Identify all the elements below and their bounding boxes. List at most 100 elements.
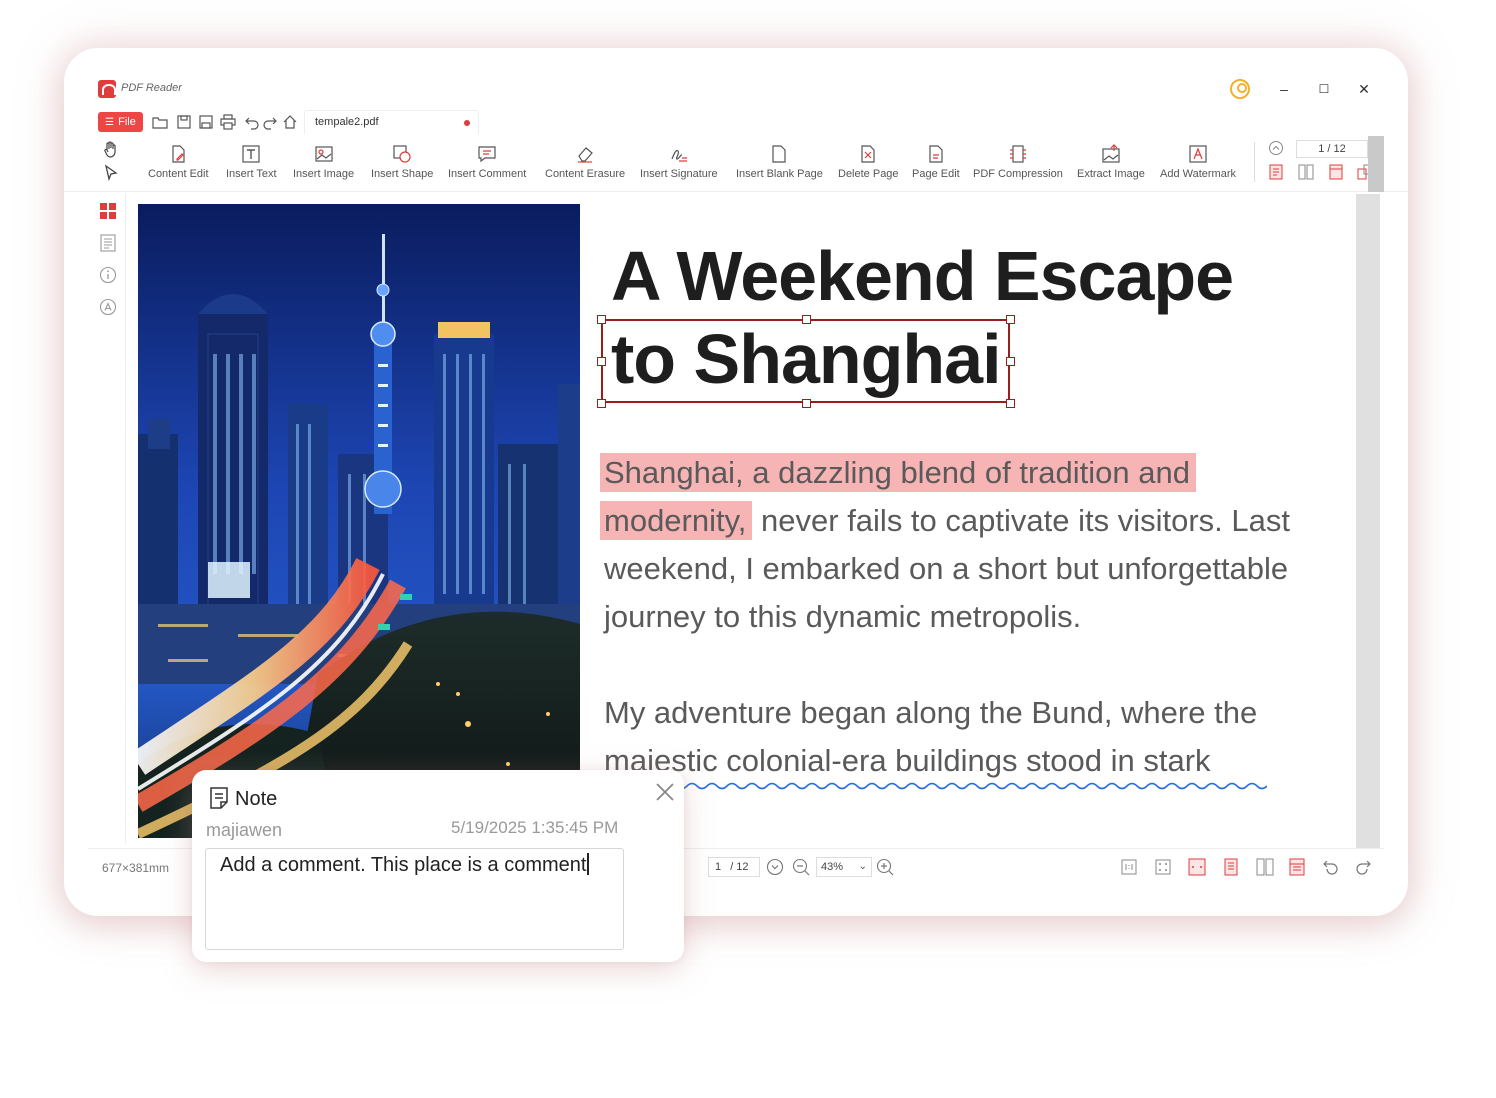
ribbon-scrollbar[interactable]: [1368, 136, 1384, 192]
menu-icon: ☰: [105, 116, 115, 128]
zoom-in-icon[interactable]: [876, 858, 894, 876]
file-tab-label: tempale2.pdf: [315, 116, 379, 128]
shanghai-night-photo[interactable]: [138, 204, 580, 838]
resize-handle[interactable]: [802, 315, 811, 324]
file-tab[interactable]: tempale2.pdf: [304, 110, 479, 134]
info-icon[interactable]: [99, 266, 117, 284]
zoom-select[interactable]: 43% ⌄: [816, 857, 872, 877]
resize-handle[interactable]: [1006, 357, 1015, 366]
comment-input[interactable]: Add a comment. This place is a comment: [205, 848, 624, 950]
page-edit-icon: [926, 144, 946, 164]
outline-icon[interactable]: [99, 234, 117, 252]
page-up-icon[interactable]: [1268, 140, 1284, 156]
tool-add-watermark[interactable]: Add Watermark: [1160, 144, 1236, 180]
single-page-view-icon[interactable]: [1268, 164, 1284, 180]
thumbnails-icon[interactable]: [99, 202, 117, 220]
two-page-view-icon[interactable]: [1298, 164, 1314, 180]
note-timestamp: 5/19/2025 1:35:45 PM: [451, 818, 619, 837]
tool-pdf-compression[interactable]: PDF Compression: [973, 144, 1063, 180]
paragraph-line[interactable]: Shanghai, a dazzling blend of tradition …: [600, 449, 1196, 497]
highlighted-text[interactable]: modernity,: [600, 501, 753, 540]
open-folder-icon[interactable]: [152, 114, 168, 130]
undo-icon[interactable]: [244, 114, 260, 130]
shanghai-night-photo-graphic: [138, 204, 580, 838]
note-author: majiawen: [206, 820, 283, 840]
tool-delete-page[interactable]: Delete Page: [838, 144, 899, 180]
tool-insert-comment[interactable]: Insert Comment: [448, 144, 526, 180]
fit-width-icon[interactable]: [1188, 858, 1206, 876]
tool-label: PDF Compression: [973, 168, 1063, 180]
note-popup[interactable]: Note majiawen 5/19/2025 1:35:45 PM Add a…: [192, 770, 684, 962]
total-pages: / 12: [730, 861, 749, 873]
paragraph-line[interactable]: modernity, never fails to captivate its …: [600, 497, 1290, 545]
tool-insert-blank-page[interactable]: Insert Blank Page: [736, 144, 823, 180]
document-title-line1[interactable]: A Weekend Escape: [611, 234, 1234, 318]
redo-icon[interactable]: [262, 114, 278, 130]
tool-content-edit[interactable]: Content Edit: [148, 144, 209, 180]
signature-icon: [669, 144, 689, 164]
print-icon[interactable]: [220, 114, 236, 130]
next-page-icon[interactable]: [766, 858, 784, 876]
current-page: 1: [715, 861, 722, 873]
single-page-icon[interactable]: [1222, 858, 1240, 876]
tool-extract-image[interactable]: Extract Image: [1077, 144, 1145, 180]
document-scrollbar[interactable]: [1356, 194, 1380, 848]
tool-label: Insert Signature: [640, 168, 718, 180]
highlighted-text[interactable]: Shanghai, a dazzling blend of tradition …: [600, 453, 1196, 492]
minimize-button[interactable]: –: [1272, 77, 1296, 101]
resize-handle[interactable]: [597, 399, 606, 408]
paragraph-line[interactable]: weekend, I embarked on a short but unfor…: [604, 545, 1288, 593]
scroll-view-icon[interactable]: [1328, 164, 1344, 180]
tool-content-erasure[interactable]: Content Erasure: [545, 144, 625, 180]
file-menu-button[interactable]: ☰ File: [98, 112, 143, 132]
tool-insert-shape[interactable]: Insert Shape: [371, 144, 433, 180]
tool-insert-signature[interactable]: Insert Signature: [640, 144, 718, 180]
paragraph-text: never fails to captivate its visitors. L…: [752, 503, 1290, 538]
app-logo-icon: [98, 80, 116, 98]
page-number-input[interactable]: 1 / 12: [708, 857, 760, 877]
hand-tool-icon[interactable]: [102, 140, 120, 158]
rotate-left-icon[interactable]: [1322, 858, 1340, 876]
paragraph-line[interactable]: majestic colonial-era buildings stood in…: [604, 737, 1211, 785]
left-sidebar: [88, 194, 126, 844]
ribbon-toolbar: Content Edit Insert Text Insert Image In…: [64, 136, 1408, 192]
search-text-icon[interactable]: [99, 298, 117, 316]
paragraph-line[interactable]: journey to this dynamic metropolis.: [604, 593, 1081, 641]
tool-label: Insert Text: [226, 168, 277, 180]
save-as-icon[interactable]: [198, 114, 214, 130]
account-icon[interactable]: [1230, 79, 1250, 99]
selection-box[interactable]: [597, 315, 1015, 408]
resize-handle[interactable]: [597, 357, 606, 366]
insert-image-icon: [314, 144, 334, 164]
note-icon: [208, 786, 230, 810]
close-button[interactable]: ✕: [1352, 77, 1376, 101]
continuous-scroll-icon[interactable]: [1288, 858, 1306, 876]
tool-label: Insert Comment: [448, 168, 527, 180]
extract-image-icon: [1101, 144, 1121, 164]
zoom-out-icon[interactable]: [792, 858, 810, 876]
page-dimensions: 677×381mm: [102, 861, 170, 875]
tool-label: Content Erasure: [545, 168, 626, 180]
close-icon[interactable]: [653, 780, 677, 804]
blank-page-icon: [769, 144, 789, 164]
tool-insert-text[interactable]: Insert Text: [226, 144, 277, 180]
resize-handle[interactable]: [1006, 315, 1015, 324]
two-page-icon[interactable]: [1256, 858, 1274, 876]
paragraph-line[interactable]: My adventure began along the Bund, where…: [604, 689, 1257, 737]
rotate-right-icon[interactable]: [1354, 858, 1372, 876]
resize-handle[interactable]: [802, 399, 811, 408]
resize-handle[interactable]: [597, 315, 606, 324]
save-icon[interactable]: [176, 114, 192, 130]
resize-handle[interactable]: [1006, 399, 1015, 408]
unsaved-dot-icon: [464, 120, 470, 126]
home-icon[interactable]: [282, 114, 298, 130]
ribbon-page-indicator[interactable]: 1 / 12: [1296, 140, 1368, 158]
select-tool-icon[interactable]: [102, 164, 120, 182]
app-name: PDF Reader: [121, 82, 182, 94]
actual-size-icon[interactable]: [1120, 858, 1138, 876]
ribbon-divider: [1254, 142, 1255, 182]
maximize-button[interactable]: ☐: [1312, 77, 1336, 101]
tool-insert-image[interactable]: Insert Image: [293, 144, 354, 180]
tool-page-edit[interactable]: Page Edit: [912, 144, 960, 180]
fit-page-icon[interactable]: [1154, 858, 1172, 876]
